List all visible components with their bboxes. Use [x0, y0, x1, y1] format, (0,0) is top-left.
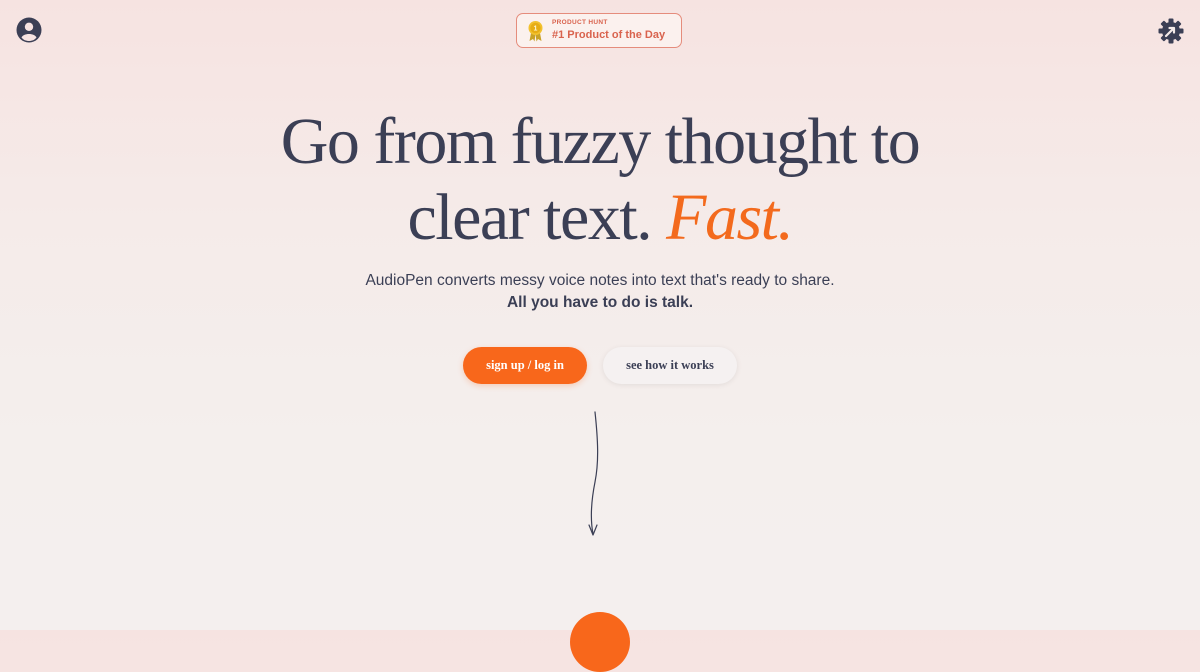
product-hunt-badge[interactable]: 1 PRODUCT HUNT #1 Product of the Day — [516, 13, 682, 48]
headline-accent: Fast. — [666, 181, 794, 254]
medal-icon: 1 — [528, 20, 543, 41]
badge-title: #1 Product of the Day — [552, 28, 666, 41]
record-button[interactable] — [570, 612, 630, 672]
subtitle-strong: All you have to do is talk. — [506, 294, 694, 311]
signup-login-button[interactable]: sign up / log in — [463, 347, 587, 384]
headline-line-2-text: clear text. — [407, 181, 652, 254]
down-arrow-icon — [588, 411, 599, 536]
svg-text:1: 1 — [534, 25, 538, 32]
user-circle-icon[interactable] — [15, 16, 43, 44]
headline-line-2: clear text. Fast. — [0, 180, 1200, 256]
gear-icon[interactable] — [1157, 17, 1185, 45]
see-how-it-works-button[interactable]: see how it works — [603, 347, 737, 384]
headline-line-1: Go from fuzzy thought to — [280, 105, 921, 178]
hero-headline: Go from fuzzy thought to clear text. Fas… — [0, 104, 1200, 256]
subtitle-text: AudioPen converts messy voice notes into… — [365, 272, 835, 289]
hero-subtitle: AudioPen converts messy voice notes into… — [0, 270, 1200, 314]
badge-eyebrow: PRODUCT HUNT — [552, 19, 608, 27]
